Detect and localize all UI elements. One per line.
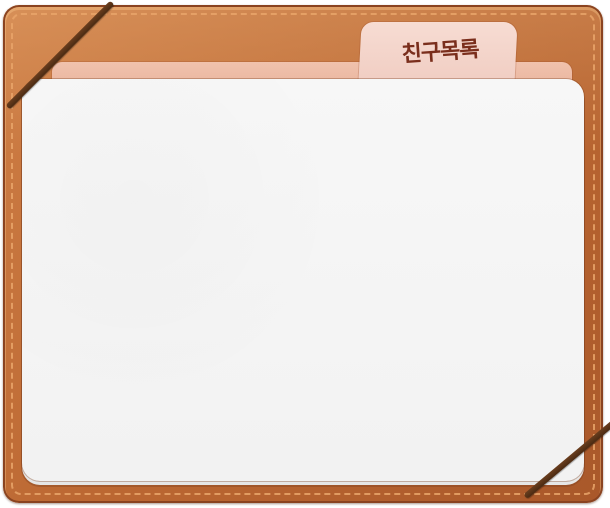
friend-list-content-area: [22, 79, 584, 481]
friend-list-panel: 친구목록: [0, 0, 610, 508]
